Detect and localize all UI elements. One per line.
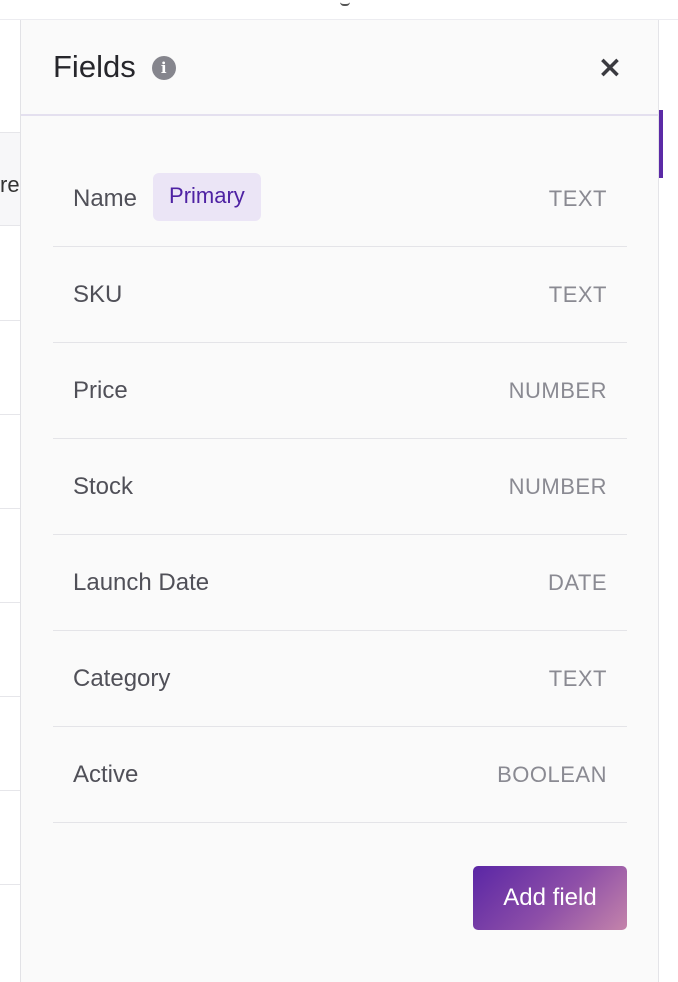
background-right-column (658, 20, 678, 982)
field-list: Name Primary TEXT SKU TEXT Price NUMBER … (53, 151, 627, 823)
field-type: NUMBER (508, 377, 607, 403)
background-row-divider (0, 602, 20, 603)
field-type: TEXT (548, 281, 607, 307)
field-row-sku[interactable]: SKU TEXT (53, 247, 627, 343)
field-row-price[interactable]: Price NUMBER (53, 343, 627, 439)
field-type: NUMBER (508, 473, 607, 499)
field-row-name[interactable]: Name Primary TEXT (53, 151, 627, 247)
field-type: TEXT (548, 185, 607, 211)
field-row-category[interactable]: Category TEXT (53, 631, 627, 727)
active-indicator (659, 110, 663, 178)
field-row-active[interactable]: Active BOOLEAN (53, 727, 627, 823)
app-topbar (0, 0, 678, 20)
field-name: Stock (73, 472, 134, 500)
drawer-header: Fields i × (21, 20, 658, 116)
background-table: re (0, 20, 20, 982)
field-type: BOOLEAN (497, 761, 607, 787)
info-icon[interactable]: i (151, 56, 176, 80)
field-row-stock[interactable]: Stock NUMBER (53, 439, 627, 535)
app-stage: re Fields i × Name Primary TEXT SKU TEXT (0, 0, 678, 982)
close-icon[interactable]: × (594, 50, 626, 85)
field-name: Price (73, 376, 128, 404)
field-name: SKU (73, 280, 123, 308)
field-name: Name (73, 184, 138, 212)
background-row-divider (0, 508, 20, 509)
background-row-divider (0, 696, 20, 697)
background-row-divider (0, 414, 20, 415)
add-field-button[interactable]: Add field (473, 866, 627, 930)
drawer-title: Fields (53, 49, 136, 84)
topbar-partial-glyph (340, 2, 350, 6)
field-type: DATE (547, 569, 607, 595)
background-row-divider (0, 790, 20, 791)
field-type: TEXT (548, 665, 607, 691)
background-column-header-fragment: re (0, 172, 20, 197)
field-name: Launch Date (73, 568, 210, 596)
primary-badge: Primary (153, 172, 261, 221)
background-row-divider (0, 884, 20, 885)
field-row-launch-date[interactable]: Launch Date DATE (53, 535, 627, 631)
field-name: Category (73, 664, 171, 692)
field-name: Active (73, 760, 139, 788)
background-row-divider (0, 320, 20, 321)
fields-drawer: Fields i × Name Primary TEXT SKU TEXT Pr… (20, 20, 658, 982)
